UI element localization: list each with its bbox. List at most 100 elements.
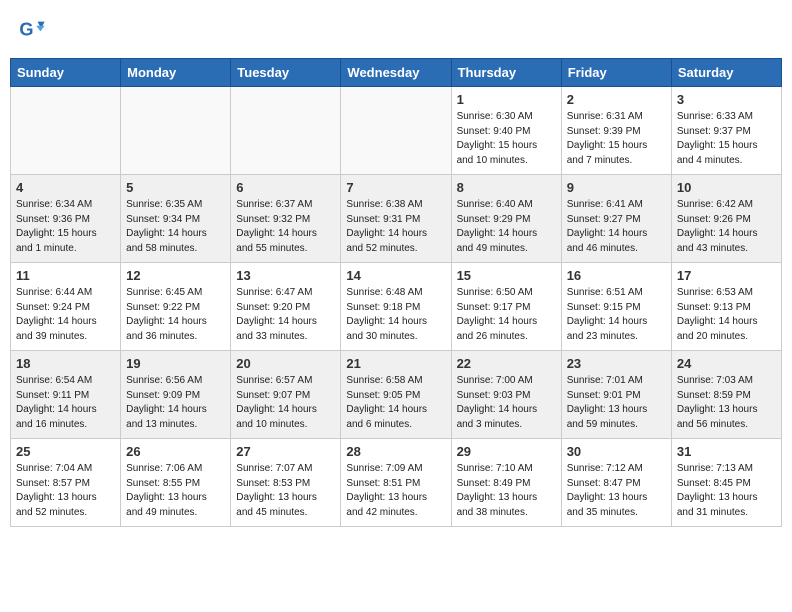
calendar-cell: 4Sunrise: 6:34 AM Sunset: 9:36 PM Daylig… (11, 175, 121, 263)
calendar-cell: 12Sunrise: 6:45 AM Sunset: 9:22 PM Dayli… (121, 263, 231, 351)
day-info: Sunrise: 6:56 AM Sunset: 9:09 PM Dayligh… (126, 374, 225, 432)
day-info: Sunrise: 6:37 AM Sunset: 9:32 PM Dayligh… (236, 198, 335, 256)
day-number: 12 (126, 268, 225, 283)
calendar-cell: 9 Sunrise: 6:41 AM Sunset: 9:27 PM Daylig… (561, 175, 671, 263)
day-number: 10 (677, 180, 776, 195)
day-info: Sunrise: 6:47 AM Sunset: 9:20 PM Dayligh… (236, 286, 335, 344)
day-number: 14 (346, 268, 445, 283)
day-number: 1 (457, 92, 556, 107)
calendar-cell: 29 Sunrise: 7:10 AM Sunset: 8:49 PM Dayli… (451, 439, 561, 527)
day-number: 17 (677, 268, 776, 283)
week-row-5: 25Sunrise: 7:04 AM Sunset: 8:57 PM Dayli… (11, 439, 782, 527)
calendar-cell: 18 Sunrise: 6:54 AM Sunset: 9:11 PM Dayli… (11, 351, 121, 439)
calendar-cell: 3 Sunrise: 6:33 AM Sunset: 9:37 PM Daylig… (671, 87, 781, 175)
column-header-friday: Friday (561, 59, 671, 87)
day-number: 27 (236, 444, 335, 459)
calendar-cell: 21 Sunrise: 6:58 AM Sunset: 9:05 PM Dayli… (341, 351, 451, 439)
column-header-sunday: Sunday (11, 59, 121, 87)
column-header-thursday: Thursday (451, 59, 561, 87)
day-info: Sunrise: 7:07 AM Sunset: 8:53 PM Dayligh… (236, 462, 335, 520)
day-info: Sunrise: 6:50 AM Sunset: 9:17 PM Dayligh… (457, 286, 556, 344)
day-info: Sunrise: 7:03 AM Sunset: 8:59 PM Dayligh… (677, 374, 776, 432)
day-number: 20 (236, 356, 335, 371)
day-number: 5 (126, 180, 225, 195)
calendar-cell: 19 Sunrise: 6:56 AM Sunset: 9:09 PM Dayli… (121, 351, 231, 439)
day-number: 7 (346, 180, 445, 195)
calendar-cell: 14 Sunrise: 6:48 AM Sunset: 9:18 PM Dayli… (341, 263, 451, 351)
day-info: Sunrise: 6:51 AM Sunset: 9:15 PM Dayligh… (567, 286, 666, 344)
logo: G (18, 16, 50, 44)
calendar-cell (341, 87, 451, 175)
calendar-cell: 13 Sunrise: 6:47 AM Sunset: 9:20 PM Dayli… (231, 263, 341, 351)
day-number: 19 (126, 356, 225, 371)
day-info: Sunrise: 6:42 AM Sunset: 9:26 PM Dayligh… (677, 198, 776, 256)
day-number: 2 (567, 92, 666, 107)
column-header-wednesday: Wednesday (341, 59, 451, 87)
calendar-cell: 2Sunrise: 6:31 AM Sunset: 9:39 PM Daylig… (561, 87, 671, 175)
calendar-cell: 24 Sunrise: 7:03 AM Sunset: 8:59 PM Dayli… (671, 351, 781, 439)
week-row-2: 4Sunrise: 6:34 AM Sunset: 9:36 PM Daylig… (11, 175, 782, 263)
logo-icon: G (18, 16, 46, 44)
svg-text:G: G (19, 20, 33, 40)
day-number: 29 (457, 444, 556, 459)
day-info: Sunrise: 6:53 AM Sunset: 9:13 PM Dayligh… (677, 286, 776, 344)
calendar-cell: 16 Sunrise: 6:51 AM Sunset: 9:15 PM Dayli… (561, 263, 671, 351)
day-number: 23 (567, 356, 666, 371)
column-header-saturday: Saturday (671, 59, 781, 87)
day-info: Sunrise: 6:30 AM Sunset: 9:40 PM Dayligh… (457, 110, 556, 168)
day-number: 21 (346, 356, 445, 371)
day-number: 6 (236, 180, 335, 195)
calendar-cell (121, 87, 231, 175)
calendar-table: SundayMondayTuesdayWednesdayThursdayFrid… (10, 58, 782, 527)
day-number: 30 (567, 444, 666, 459)
day-info: Sunrise: 6:58 AM Sunset: 9:05 PM Dayligh… (346, 374, 445, 432)
calendar-cell: 27 Sunrise: 7:07 AM Sunset: 8:53 PM Dayli… (231, 439, 341, 527)
day-number: 24 (677, 356, 776, 371)
day-number: 28 (346, 444, 445, 459)
day-info: Sunrise: 6:48 AM Sunset: 9:18 PM Dayligh… (346, 286, 445, 344)
header-row: SundayMondayTuesdayWednesdayThursdayFrid… (11, 59, 782, 87)
day-number: 9 (567, 180, 666, 195)
calendar-cell: 5 Sunrise: 6:35 AM Sunset: 9:34 PM Daylig… (121, 175, 231, 263)
day-info: Sunrise: 6:38 AM Sunset: 9:31 PM Dayligh… (346, 198, 445, 256)
day-info: Sunrise: 6:35 AM Sunset: 9:34 PM Dayligh… (126, 198, 225, 256)
day-number: 16 (567, 268, 666, 283)
day-number: 4 (16, 180, 115, 195)
week-row-1: 1 Sunrise: 6:30 AM Sunset: 9:40 PM Daylig… (11, 87, 782, 175)
day-number: 18 (16, 356, 115, 371)
day-info: Sunrise: 7:00 AM Sunset: 9:03 PM Dayligh… (457, 374, 556, 432)
day-info: Sunrise: 6:44 AM Sunset: 9:24 PM Dayligh… (16, 286, 115, 344)
day-number: 31 (677, 444, 776, 459)
calendar-cell: 7 Sunrise: 6:38 AM Sunset: 9:31 PM Daylig… (341, 175, 451, 263)
day-info: Sunrise: 6:41 AM Sunset: 9:27 PM Dayligh… (567, 198, 666, 256)
calendar-cell: 11Sunrise: 6:44 AM Sunset: 9:24 PM Dayli… (11, 263, 121, 351)
calendar-cell: 25Sunrise: 7:04 AM Sunset: 8:57 PM Dayli… (11, 439, 121, 527)
day-info: Sunrise: 7:10 AM Sunset: 8:49 PM Dayligh… (457, 462, 556, 520)
calendar-cell: 22 Sunrise: 7:00 AM Sunset: 9:03 PM Dayli… (451, 351, 561, 439)
calendar-cell: 17 Sunrise: 6:53 AM Sunset: 9:13 PM Dayli… (671, 263, 781, 351)
header: G (10, 10, 782, 50)
day-info: Sunrise: 6:54 AM Sunset: 9:11 PM Dayligh… (16, 374, 115, 432)
week-row-4: 18 Sunrise: 6:54 AM Sunset: 9:11 PM Dayli… (11, 351, 782, 439)
day-number: 8 (457, 180, 556, 195)
day-info: Sunrise: 7:13 AM Sunset: 8:45 PM Dayligh… (677, 462, 776, 520)
week-row-3: 11Sunrise: 6:44 AM Sunset: 9:24 PM Dayli… (11, 263, 782, 351)
calendar-cell: 15Sunrise: 6:50 AM Sunset: 9:17 PM Dayli… (451, 263, 561, 351)
calendar-cell: 31 Sunrise: 7:13 AM Sunset: 8:45 PM Dayli… (671, 439, 781, 527)
day-number: 3 (677, 92, 776, 107)
calendar-cell (11, 87, 121, 175)
day-number: 22 (457, 356, 556, 371)
column-header-tuesday: Tuesday (231, 59, 341, 87)
calendar-cell: 1 Sunrise: 6:30 AM Sunset: 9:40 PM Daylig… (451, 87, 561, 175)
calendar-cell: 8Sunrise: 6:40 AM Sunset: 9:29 PM Daylig… (451, 175, 561, 263)
day-info: Sunrise: 7:12 AM Sunset: 8:47 PM Dayligh… (567, 462, 666, 520)
day-info: Sunrise: 7:04 AM Sunset: 8:57 PM Dayligh… (16, 462, 115, 520)
calendar-cell (231, 87, 341, 175)
calendar-cell: 28Sunrise: 7:09 AM Sunset: 8:51 PM Dayli… (341, 439, 451, 527)
day-number: 26 (126, 444, 225, 459)
day-number: 13 (236, 268, 335, 283)
day-info: Sunrise: 6:33 AM Sunset: 9:37 PM Dayligh… (677, 110, 776, 168)
calendar-cell: 10 Sunrise: 6:42 AM Sunset: 9:26 PM Dayli… (671, 175, 781, 263)
calendar-cell: 26 Sunrise: 7:06 AM Sunset: 8:55 PM Dayli… (121, 439, 231, 527)
day-info: Sunrise: 7:06 AM Sunset: 8:55 PM Dayligh… (126, 462, 225, 520)
